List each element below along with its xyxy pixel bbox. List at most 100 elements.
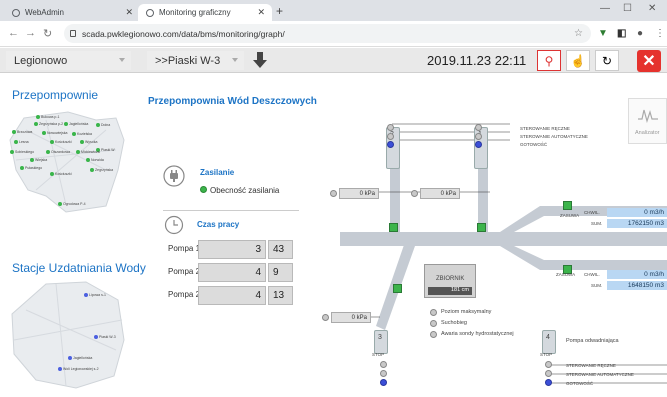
valve[interactable] xyxy=(563,201,572,210)
station-select[interactable]: >>Piaski W-3 xyxy=(147,51,244,70)
analyzer-label: Analizator xyxy=(635,130,660,136)
minimize-icon[interactable]: — xyxy=(600,3,610,14)
pump-number: 3 xyxy=(378,334,382,341)
map-label: Piaski W-3 xyxy=(99,335,116,339)
map-label: Kościuszki xyxy=(55,140,72,144)
waveform-icon xyxy=(638,109,658,123)
map-marker[interactable] xyxy=(30,158,34,162)
map-marker[interactable] xyxy=(50,172,54,176)
map-marker[interactable] xyxy=(76,150,80,154)
valve-label: ZASUWA xyxy=(560,213,580,218)
forward-icon[interactable]: → xyxy=(25,27,36,39)
pressure-led xyxy=(411,190,418,197)
legend-label: STEROWANIE AUTOMATYCZNE xyxy=(520,134,588,139)
map-marker[interactable] xyxy=(68,356,72,360)
chevron-down-icon xyxy=(232,58,238,62)
pump-hours-value: 4 xyxy=(198,263,266,282)
url-input[interactable]: scada.pwklegionowo.com/data/bms/monitori… xyxy=(64,24,591,43)
map-marker[interactable] xyxy=(80,140,84,144)
maximize-icon[interactable]: ☐ xyxy=(623,3,632,14)
map-label: Kozielska xyxy=(77,132,92,136)
pump-minutes-value: 43 xyxy=(268,240,293,259)
status-led xyxy=(475,124,482,131)
location-value: Legionowo xyxy=(14,54,68,67)
map-label: Ogrodowa P-4 xyxy=(63,202,86,206)
extension-icon[interactable]: ◧ xyxy=(617,28,626,39)
close-tab-icon[interactable]: ✕ xyxy=(125,7,133,18)
refresh-icon: ↻ xyxy=(601,53,613,68)
status-led xyxy=(387,133,394,140)
map-label: Sobieskiego xyxy=(15,150,35,154)
map-marker[interactable] xyxy=(86,158,90,162)
status-led xyxy=(380,370,387,377)
map-label: Lesna xyxy=(19,140,29,144)
legend-label: STEROWANIE RĘCZNE xyxy=(520,126,570,131)
window-close-icon[interactable]: ✕ xyxy=(648,3,656,14)
map-label: Zegrzyńska p-2 xyxy=(39,122,64,126)
map-label: Jagiellońska xyxy=(73,356,93,360)
tank-status-led xyxy=(430,331,437,338)
valve[interactable] xyxy=(393,284,402,293)
back-icon[interactable]: ← xyxy=(8,27,19,39)
pressure-led xyxy=(322,314,329,321)
map-marker[interactable] xyxy=(72,132,76,136)
reload-icon[interactable]: ↻ xyxy=(43,27,52,40)
close-tab-icon[interactable]: ✕ xyxy=(257,7,265,18)
map-label: Lipowa s-1 xyxy=(89,293,106,297)
map-marker[interactable] xyxy=(20,166,24,170)
search-tool-button[interactable]: ⚲ xyxy=(537,50,561,71)
star-icon[interactable]: ☆ xyxy=(574,28,583,39)
plug-icon xyxy=(163,165,185,187)
map-marker[interactable] xyxy=(14,140,18,144)
pressure-value: 0 kPa xyxy=(339,188,379,199)
map-marker[interactable] xyxy=(42,131,46,135)
map-marker[interactable] xyxy=(12,130,16,134)
valve[interactable] xyxy=(389,223,398,232)
status-led xyxy=(475,133,482,140)
map-label: Kościuszki xyxy=(55,172,72,176)
map-marker[interactable] xyxy=(96,123,100,127)
map-marker[interactable] xyxy=(94,335,98,339)
map-label: Nowowiejska xyxy=(47,131,68,135)
map-marker[interactable] xyxy=(46,150,50,154)
refresh-tool-button[interactable]: ↻ xyxy=(595,50,619,71)
tab-monitoring[interactable]: Monitoring graficzny ✕ xyxy=(138,4,272,21)
pump-number: 4 xyxy=(546,334,550,341)
valve-label: ZASUWA xyxy=(556,272,576,277)
legend-label: STEROWANIE RĘCZNE xyxy=(566,363,616,368)
map-marker[interactable] xyxy=(58,367,62,371)
new-tab-button[interactable]: + xyxy=(276,4,283,18)
close-button[interactable]: ✕ xyxy=(637,50,661,72)
status-led xyxy=(387,124,394,131)
tab-webadmin[interactable]: WebAdmin ✕ xyxy=(4,4,140,21)
divider xyxy=(163,210,299,211)
location-select[interactable]: Legionowo xyxy=(6,51,131,70)
pressure-value: 0 kPa xyxy=(420,188,460,199)
profile-icon[interactable]: ● xyxy=(637,28,643,39)
hand-tool-button[interactable]: ☝ xyxy=(566,50,590,71)
map-marker[interactable] xyxy=(64,122,68,126)
shield-icon[interactable]: ▼ xyxy=(598,28,608,39)
download-icon[interactable] xyxy=(252,51,268,69)
pumping-title: Przepompownie xyxy=(12,88,99,102)
map-marker[interactable] xyxy=(90,168,94,172)
flow-value: 0 m3/h xyxy=(607,270,667,279)
tank-status-label: Poziom maksymalny xyxy=(441,309,492,315)
power-status-led xyxy=(200,186,207,193)
magnifier-icon: ⚲ xyxy=(544,53,554,68)
map-marker[interactable] xyxy=(58,202,62,206)
flow-label: CHWIL. xyxy=(584,210,600,215)
map-marker[interactable] xyxy=(34,122,38,126)
pump-minutes-value: 9 xyxy=(268,263,293,282)
valve[interactable] xyxy=(477,223,486,232)
tank-status-label: Suchobieg xyxy=(441,320,467,326)
map-marker[interactable] xyxy=(50,140,54,144)
map-marker[interactable] xyxy=(10,150,14,154)
analyzer-button[interactable]: Analizator xyxy=(628,98,667,144)
map-marker[interactable] xyxy=(36,115,40,119)
menu-icon[interactable]: ⋮ xyxy=(655,28,665,39)
map-label: Norwida xyxy=(91,158,104,162)
map-marker[interactable] xyxy=(84,293,88,297)
power-title: Zasilanie xyxy=(200,168,235,177)
pump-stop-label: STOP xyxy=(540,352,553,357)
